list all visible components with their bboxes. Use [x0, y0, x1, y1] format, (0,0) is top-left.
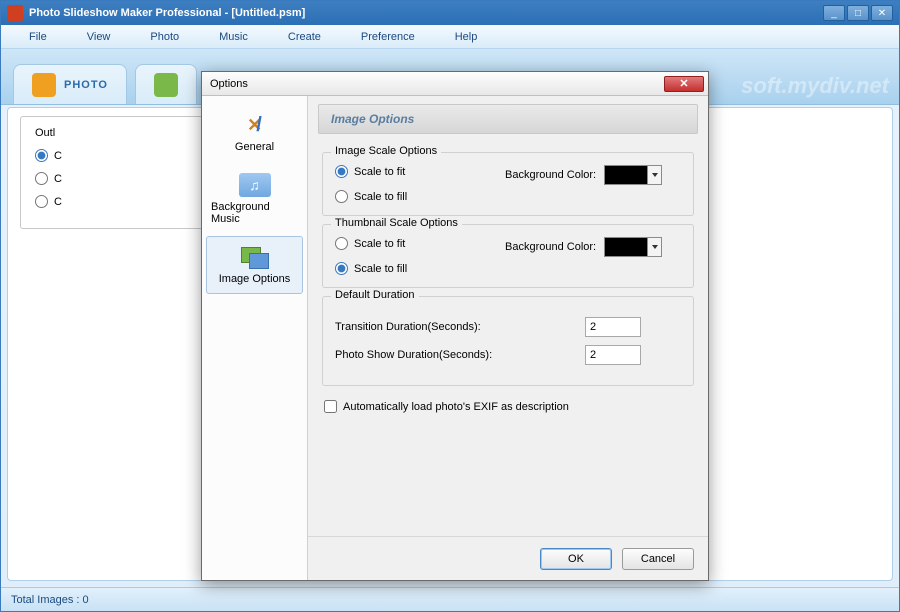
duration-title: Default Duration [331, 289, 419, 301]
minimize-button[interactable]: _ [823, 5, 845, 21]
dialog-title: Options [210, 78, 664, 90]
music-icon [239, 173, 271, 197]
exif-checkbox-label: Automatically load photo's EXIF as descr… [343, 401, 569, 413]
image-scale-fill-label: Scale to fill [354, 191, 407, 203]
menu-create[interactable]: Create [268, 27, 341, 47]
sidebar-general-label: General [235, 141, 274, 153]
panel-header: Image Options [318, 104, 698, 134]
thumb-bgcolor-picker[interactable] [604, 237, 662, 257]
group-label: Outl [35, 127, 55, 139]
bg-radio-2-label: C [54, 173, 62, 185]
dialog-titlebar: Options ✕ [202, 72, 708, 96]
close-button[interactable]: ✕ [871, 5, 893, 21]
menubar: File View Photo Music Create Preference … [1, 25, 899, 49]
thumbnail-scale-group: Thumbnail Scale Options Scale to fit Sca… [322, 224, 694, 288]
main-window: Photo Slideshow Maker Professional - [Un… [0, 0, 900, 612]
menu-view[interactable]: View [67, 27, 131, 47]
transition-duration-input[interactable] [585, 317, 641, 337]
image-scale-title: Image Scale Options [331, 145, 441, 157]
thumb-scale-fill-radio[interactable] [335, 262, 348, 275]
status-text: Total Images : 0 [11, 594, 89, 606]
exif-checkbox[interactable] [324, 400, 337, 413]
thumb-scale-fit-radio[interactable] [335, 237, 348, 250]
menu-file[interactable]: File [9, 27, 67, 47]
dialog-close-button[interactable]: ✕ [664, 76, 704, 92]
thumb-scale-title: Thumbnail Scale Options [331, 217, 462, 229]
image-bgcolor-swatch [605, 166, 647, 184]
image-scale-group: Image Scale Options Scale to fit Scale t… [322, 152, 694, 216]
tab-photo[interactable]: PHOTO [13, 64, 127, 104]
bg-radio-2[interactable] [35, 172, 48, 185]
sidebar-bgmusic-label: Background Music [211, 201, 298, 225]
image-scale-fit-label: Scale to fit [354, 166, 405, 178]
options-dialog: Options ✕ General Background Music Image… [201, 71, 709, 581]
tab-photo-label: PHOTO [64, 79, 108, 91]
thumb-bgcolor-swatch [605, 238, 647, 256]
cancel-button[interactable]: Cancel [622, 548, 694, 570]
chevron-down-icon[interactable] [647, 166, 661, 184]
thumb-scale-fill-label: Scale to fill [354, 263, 407, 275]
thumb-bgcolor-label: Background Color: [505, 241, 596, 253]
image-bgcolor-picker[interactable] [604, 165, 662, 185]
chevron-down-icon[interactable] [647, 238, 661, 256]
titlebar: Photo Slideshow Maker Professional - [Un… [1, 1, 899, 25]
watermark: soft.mydiv.net [741, 73, 889, 99]
thumb-scale-fit-label: Scale to fit [354, 238, 405, 250]
image-bgcolor-label: Background Color: [505, 169, 596, 181]
dialog-button-bar: OK Cancel [308, 536, 708, 580]
bg-radio-3-label: C [54, 196, 62, 208]
ok-button[interactable]: OK [540, 548, 612, 570]
sidebar-item-background-music[interactable]: Background Music [206, 164, 303, 234]
bg-radio-3[interactable] [35, 195, 48, 208]
maximize-button[interactable]: □ [847, 5, 869, 21]
default-duration-group: Default Duration Transition Duration(Sec… [322, 296, 694, 386]
tools-icon [239, 113, 271, 137]
bg-radio-1[interactable] [35, 149, 48, 162]
transition-duration-label: Transition Duration(Seconds): [335, 321, 481, 333]
sidebar-item-image-options[interactable]: Image Options [206, 236, 303, 294]
photo-duration-input[interactable] [585, 345, 641, 365]
sidebar-item-general[interactable]: General [206, 104, 303, 162]
bg-radio-1-label: C [54, 150, 62, 162]
photo-duration-label: Photo Show Duration(Seconds): [335, 349, 492, 361]
sidebar-imgopt-label: Image Options [219, 273, 291, 285]
menu-preference[interactable]: Preference [341, 27, 435, 47]
app-icon [7, 5, 23, 21]
statusbar: Total Images : 0 [1, 587, 899, 611]
menu-photo[interactable]: Photo [130, 27, 199, 47]
toolbar-icon [154, 73, 178, 97]
dialog-sidebar: General Background Music Image Options [202, 96, 308, 580]
tab-second[interactable] [135, 64, 197, 104]
dialog-main: Image Options Image Scale Options Scale … [308, 96, 708, 580]
image-scale-fit-radio[interactable] [335, 165, 348, 178]
photo-icon [32, 73, 56, 97]
menu-help[interactable]: Help [435, 27, 498, 47]
image-scale-fill-radio[interactable] [335, 190, 348, 203]
images-icon [239, 245, 271, 269]
menu-music[interactable]: Music [199, 27, 268, 47]
window-title: Photo Slideshow Maker Professional - [Un… [29, 7, 823, 19]
